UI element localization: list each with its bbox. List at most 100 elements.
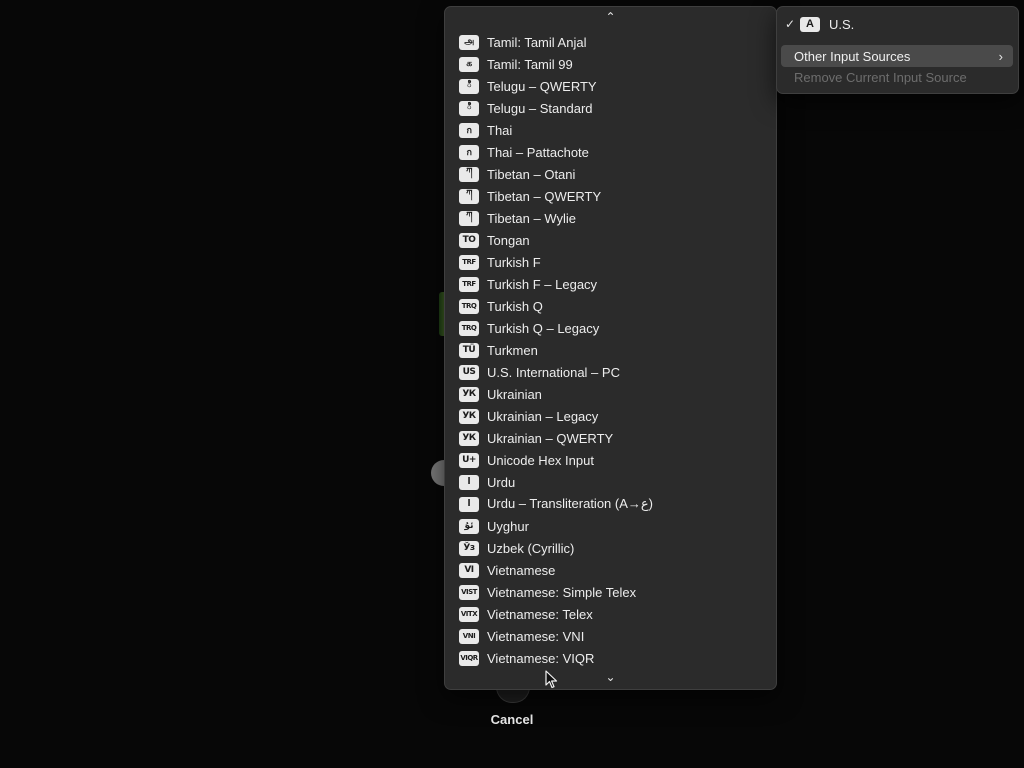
list-item[interactable]: ి Telugu – Standard (445, 97, 776, 119)
input-source-icon: УК (459, 386, 479, 402)
list-item[interactable]: க Tamil: Tamil 99 (445, 53, 776, 75)
input-source-label: Tibetan – Otani (487, 166, 576, 182)
input-source-label: Telugu – Standard (487, 100, 593, 116)
input-source-label: Ukrainian – QWERTY (487, 430, 614, 446)
list-item[interactable]: ا Urdu – Transliteration (A→ع) (445, 493, 776, 515)
list-item[interactable]: TRQ Turkish Q (445, 295, 776, 317)
list-item[interactable]: TRF Turkish F (445, 251, 776, 273)
input-source-icon: TRQ (459, 298, 479, 314)
input-source-label: U.S. International – PC (487, 364, 620, 380)
current-source-label: U.S. (829, 16, 855, 32)
input-sources-submenu: ⌃ அ Tamil: Tamil Anjal க Tamil: Tamil 99ి Te… (444, 6, 777, 690)
input-source-label: Urdu – Transliteration (A→ع) (487, 496, 654, 511)
input-source-icon: ཀ (459, 166, 479, 182)
list-item[interactable]: VI Vietnamese (445, 559, 776, 581)
input-source-label: Vietnamese: VNI (487, 628, 585, 644)
list-item[interactable]: ి Telugu – QWERTY (445, 75, 776, 97)
menu-item-other-input-sources[interactable]: Other Input Sources › (781, 45, 1013, 67)
input-source-label: Tibetan – Wylie (487, 210, 576, 226)
input-source-label: Ukrainian – Legacy (487, 408, 599, 424)
input-source-icon: அ (459, 34, 479, 50)
keyboard-layout-icon: A (800, 16, 820, 32)
input-source-icon: ి (459, 100, 479, 116)
input-source-label: Tongan (487, 232, 530, 248)
input-source-icon: ا (459, 474, 479, 490)
desktop-screen: Cancel ⌃ அ Tamil: Tamil Anjal க Tamil: Tami… (0, 0, 1024, 768)
input-source-label: Telugu – QWERTY (487, 78, 597, 94)
cancel-label[interactable]: Cancel (472, 712, 552, 727)
list-item[interactable]: ཀ Tibetan – QWERTY (445, 185, 776, 207)
list-item[interactable]: அ Tamil: Tamil Anjal (445, 31, 776, 53)
input-source-label: Turkish F – Legacy (487, 276, 598, 292)
other-sources-label: Other Input Sources (794, 48, 911, 64)
list-item[interactable]: VNI Vietnamese: VNI (445, 625, 776, 647)
input-source-icon: Ўз (459, 540, 479, 556)
scroll-down-icon[interactable]: ⌄ (445, 670, 776, 684)
list-item[interactable]: ก Thai (445, 119, 776, 141)
list-item[interactable]: УК Ukrainian (445, 383, 776, 405)
list-item[interactable]: Ўз Uzbek (Cyrillic) (445, 537, 776, 559)
input-source-icon: ก (459, 144, 479, 160)
list-item[interactable]: УК Ukrainian – QWERTY (445, 427, 776, 449)
input-source-icon: ئۇ (459, 518, 479, 534)
input-source-label: Thai – Pattachote (487, 144, 589, 160)
input-source-label: Turkmen (487, 342, 538, 358)
input-source-label: Tibetan – QWERTY (487, 188, 602, 204)
input-source-label: Urdu (487, 474, 516, 490)
input-source-icon: VNI (459, 628, 479, 644)
input-source-label: Vietnamese (487, 562, 556, 578)
input-source-icon: VIQR (459, 650, 479, 666)
input-source-label: Uzbek (Cyrillic) (487, 540, 575, 556)
input-sources-list: அ Tamil: Tamil Anjal க Tamil: Tamil 99ి Telu… (445, 31, 776, 669)
list-item[interactable]: VIST Vietnamese: Simple Telex (445, 581, 776, 603)
input-source-icon: US (459, 364, 479, 380)
input-source-icon: УК (459, 430, 479, 446)
list-item[interactable]: TO Tongan (445, 229, 776, 251)
menu-item-current-source[interactable]: ✓ A U.S. (777, 13, 1018, 35)
list-item[interactable]: TRQ Turkish Q – Legacy (445, 317, 776, 339)
input-source-icon: U+ (459, 452, 479, 468)
input-source-icon: VI (459, 562, 479, 578)
list-item[interactable]: US U.S. International – PC (445, 361, 776, 383)
list-item[interactable]: TÜ Turkmen (445, 339, 776, 361)
list-item[interactable]: ཀ Tibetan – Wylie (445, 207, 776, 229)
input-source-label: Unicode Hex Input (487, 452, 594, 468)
input-source-icon: ا (459, 496, 479, 512)
input-source-icon: УК (459, 408, 479, 424)
list-item[interactable]: U+ Unicode Hex Input (445, 449, 776, 471)
input-source-icon: TO (459, 232, 479, 248)
chevron-right-icon: › (998, 48, 1003, 64)
list-item[interactable]: ا Urdu (445, 471, 776, 493)
input-source-icon: ཀ (459, 188, 479, 204)
menu-item-remove-current-source: Remove Current Input Source (794, 70, 967, 85)
list-item[interactable]: ก Thai – Pattachote (445, 141, 776, 163)
input-source-icon: க (459, 56, 479, 72)
checkmark-icon: ✓ (784, 17, 796, 31)
mouse-pointer-icon (545, 670, 558, 689)
input-source-icon: TRF (459, 276, 479, 292)
input-source-icon: ి (459, 78, 479, 94)
list-item[interactable]: УК Ukrainian – Legacy (445, 405, 776, 427)
list-item[interactable]: TRF Turkish F – Legacy (445, 273, 776, 295)
input-source-icon: VITX (459, 606, 479, 622)
scroll-up-icon[interactable]: ⌃ (445, 10, 776, 24)
list-item[interactable]: ཀ Tibetan – Otani (445, 163, 776, 185)
input-source-label: Vietnamese: Telex (487, 606, 593, 622)
input-source-label: Tamil: Tamil 99 (487, 56, 573, 72)
list-item[interactable]: VITX Vietnamese: Telex (445, 603, 776, 625)
list-item[interactable]: VIQR Vietnamese: VIQR (445, 647, 776, 669)
input-source-label: Vietnamese: VIQR (487, 650, 595, 666)
input-source-label: Uyghur (487, 518, 529, 534)
input-source-icon: ก (459, 122, 479, 138)
input-source-label: Turkish F (487, 254, 541, 270)
input-source-icon: VIST (459, 584, 479, 600)
input-source-icon: ཀ (459, 210, 479, 226)
input-menu: ✓ A U.S. Other Input Sources › Remove Cu… (776, 6, 1019, 94)
input-source-label: Ukrainian (487, 386, 542, 402)
list-item[interactable]: ئۇ Uyghur (445, 515, 776, 537)
input-source-label: Turkish Q (487, 298, 543, 314)
input-source-icon: TRQ (459, 320, 479, 336)
input-source-icon: TRF (459, 254, 479, 270)
input-source-label: Vietnamese: Simple Telex (487, 584, 637, 600)
input-source-icon: TÜ (459, 342, 479, 358)
